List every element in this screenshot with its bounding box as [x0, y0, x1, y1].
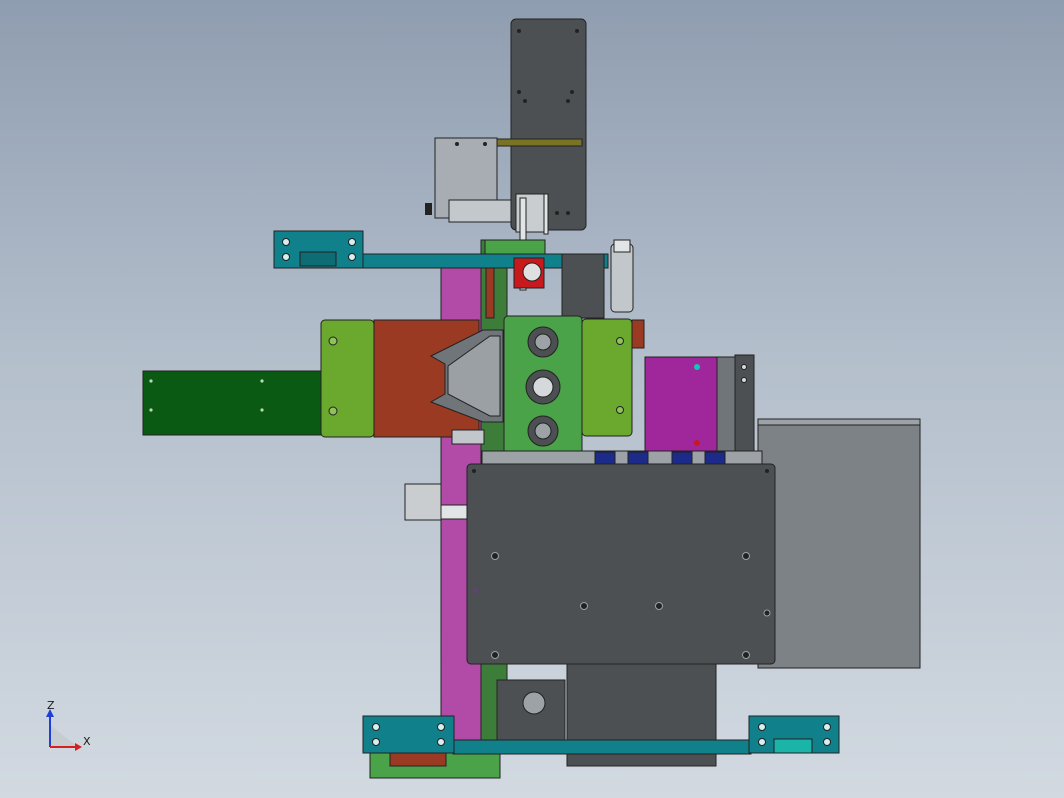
hole — [348, 253, 356, 261]
hole — [491, 651, 499, 659]
piston-rod-2 — [543, 193, 549, 235]
triad-plane — [50, 725, 78, 747]
z-axis-label: Z — [47, 699, 55, 712]
hole — [455, 142, 459, 146]
hole — [473, 589, 477, 593]
hole — [437, 738, 445, 746]
hole — [823, 723, 831, 731]
hole — [483, 142, 487, 146]
hole — [741, 364, 747, 370]
dark-housing — [561, 253, 605, 319]
hole — [741, 377, 747, 383]
light-green-plate-right — [581, 318, 633, 437]
lower-bearing — [522, 691, 546, 715]
cylinder-knob — [425, 203, 432, 215]
hole — [566, 211, 570, 215]
sensor-block-left — [451, 429, 485, 445]
lower-teal-arm — [452, 739, 752, 755]
hole — [823, 738, 831, 746]
hole — [580, 602, 588, 610]
hole — [555, 211, 559, 215]
small-motor — [404, 483, 442, 521]
hole — [372, 738, 380, 746]
pneumatic-cylinder — [610, 243, 634, 313]
lower-teal-slot — [773, 738, 813, 754]
hole — [517, 29, 521, 33]
carriage — [704, 451, 726, 465]
x-axis-label: X — [83, 735, 91, 748]
carriage — [671, 451, 693, 465]
magenta-module-frame — [716, 356, 736, 453]
hole — [523, 99, 527, 103]
carriage — [594, 451, 616, 465]
main-base-plate — [466, 463, 776, 665]
hole — [616, 337, 624, 345]
olive-bar — [496, 138, 583, 147]
hole — [566, 99, 570, 103]
rust-tab — [631, 319, 645, 349]
hole — [437, 723, 445, 731]
hole — [149, 379, 153, 383]
hole — [517, 90, 521, 94]
x-axis-arrow — [75, 743, 82, 751]
upper-teal-slot — [299, 251, 337, 267]
hole — [491, 552, 499, 560]
hole — [149, 408, 153, 412]
pneumatic-cap — [613, 239, 631, 253]
hole — [742, 651, 750, 659]
hole — [575, 29, 579, 33]
hole — [758, 738, 766, 746]
cad-viewport[interactable]: Z X — [0, 0, 1064, 798]
carriage — [627, 451, 649, 465]
hole — [260, 408, 264, 412]
hole — [570, 90, 574, 94]
bearing-mid — [532, 376, 554, 398]
hole — [372, 723, 380, 731]
magenta-module — [644, 356, 718, 453]
hole — [616, 406, 624, 414]
hole — [742, 552, 750, 560]
hole — [763, 609, 771, 617]
hole — [472, 469, 476, 473]
teal-indicator — [694, 364, 700, 370]
lower-teal-end-left — [362, 715, 455, 754]
hole — [282, 253, 290, 261]
upper-green-block — [484, 239, 546, 255]
hole — [282, 238, 290, 246]
red-indicator — [694, 440, 700, 446]
dark-green-arm — [142, 370, 325, 436]
hole — [758, 723, 766, 731]
small-motor-shaft — [440, 504, 468, 520]
right-gray-box-lip — [757, 418, 921, 426]
bearing-top — [534, 333, 552, 351]
axis-triad: Z X — [46, 699, 91, 751]
hole — [655, 602, 663, 610]
hole — [348, 238, 356, 246]
hole — [260, 379, 264, 383]
light-green-plate-left — [320, 319, 375, 438]
red-gear — [522, 262, 542, 282]
right-gray-box — [757, 420, 921, 669]
cylinder-foot — [448, 199, 512, 223]
hole — [765, 469, 769, 473]
hole — [328, 406, 338, 416]
bearing-bottom — [534, 422, 552, 440]
hole — [328, 336, 338, 346]
